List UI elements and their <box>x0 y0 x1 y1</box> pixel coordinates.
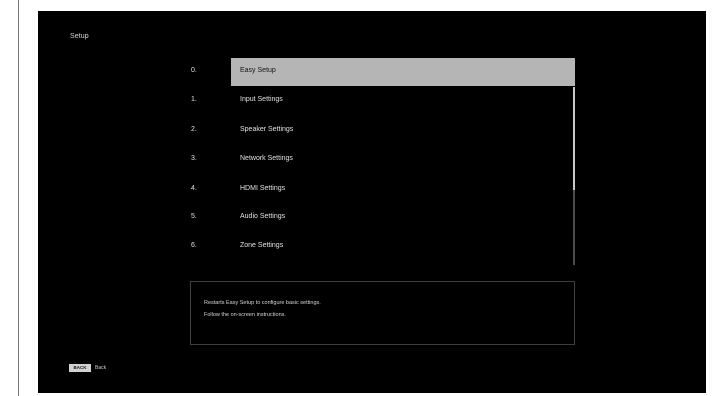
menu-item-input-settings[interactable]: 1. Input Settings <box>188 86 575 114</box>
menu-item-number: 6. <box>191 242 197 249</box>
menu-item-number: 3. <box>191 155 197 162</box>
menu-item-label: Network Settings <box>240 155 293 162</box>
menu-item-number: 2. <box>191 126 197 133</box>
menu-scrollbar-thumb[interactable] <box>573 87 575 190</box>
selection-highlight <box>231 58 575 86</box>
back-key-icon[interactable]: BACK <box>69 364 91 372</box>
menu-item-number: 5. <box>191 213 197 220</box>
screen-title: Setup <box>70 33 89 40</box>
back-label: Back <box>95 365 107 371</box>
menu-item-label: Input Settings <box>240 96 283 103</box>
menu-item-zone-settings[interactable]: 6. Zone Settings <box>188 232 575 260</box>
setup-screen: Setup 0. Easy Setup 1. Input Settings 2.… <box>38 11 706 393</box>
menu-item-label: Zone Settings <box>240 242 284 249</box>
menu-item-network-settings[interactable]: 3. Network Settings <box>188 145 575 173</box>
description-line-1: Restarts Easy Setup to configure basic s… <box>204 300 321 306</box>
menu-item-hdmi-settings[interactable]: 4. HDMI Settings <box>188 175 575 203</box>
left-divider-line <box>18 0 19 396</box>
menu-item-audio-settings[interactable]: 5. Audio Settings <box>188 203 575 231</box>
menu-item-number: 4. <box>191 185 197 192</box>
setup-menu-list: 0. Easy Setup 1. Input Settings 2. Speak… <box>188 57 578 277</box>
menu-item-label: Speaker Settings <box>240 126 294 133</box>
description-line-2: Follow the on-screen instructions. <box>204 312 286 318</box>
menu-item-label: HDMI Settings <box>240 185 286 192</box>
menu-item-label: Easy Setup <box>240 67 276 74</box>
menu-item-number: 0. <box>191 67 197 74</box>
menu-item-label: Audio Settings <box>240 213 286 220</box>
menu-item-number: 1. <box>191 96 197 103</box>
menu-item-easy-setup[interactable]: 0. Easy Setup <box>188 57 575 86</box>
menu-item-speaker-settings[interactable]: 2. Speaker Settings <box>188 116 575 144</box>
description-panel: Restarts Easy Setup to configure basic s… <box>190 281 575 345</box>
